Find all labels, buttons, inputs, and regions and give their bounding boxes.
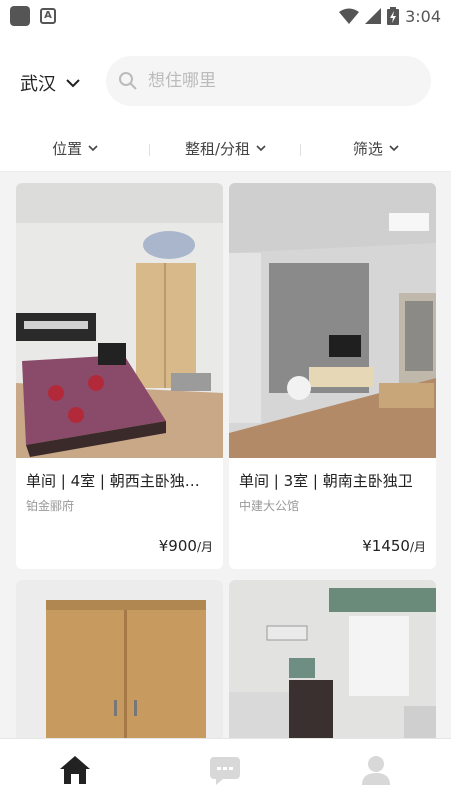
listing-card[interactable]: 单间 | 3室 | 朝南主卧独卫 中建大公馆 ¥1450/月 xyxy=(229,183,436,569)
header: 武汉 xyxy=(0,32,451,126)
filter-more[interactable]: 筛选 xyxy=(301,138,451,159)
listing-photo xyxy=(16,580,223,738)
filter-bar: 位置 整租/分租 筛选 xyxy=(0,126,451,172)
battery-icon xyxy=(387,7,400,25)
chevron-down-icon xyxy=(256,145,266,152)
status-bar: A 3:04 xyxy=(0,0,451,32)
home-icon xyxy=(60,755,91,784)
status-time: 3:04 xyxy=(405,6,441,26)
filter-more-label: 筛选 xyxy=(352,140,383,158)
listing-community: 中建大公馆 xyxy=(239,499,300,513)
filter-rent-type-label: 整租/分租 xyxy=(184,140,251,158)
listing-price-unit: /月 xyxy=(409,540,426,554)
listing-photo xyxy=(229,580,436,738)
search-input[interactable] xyxy=(148,71,408,91)
city-label: 武汉 xyxy=(20,74,56,95)
listing-card[interactable] xyxy=(229,580,436,738)
city-selector[interactable]: 武汉 xyxy=(20,70,80,96)
nav-profile[interactable] xyxy=(346,745,406,795)
listing-price-value: ¥900 xyxy=(158,537,197,555)
listing-price-unit: /月 xyxy=(196,540,213,554)
listing-price: ¥1450/月 xyxy=(362,537,426,555)
profile-icon xyxy=(361,755,390,785)
search-bar[interactable] xyxy=(106,56,431,106)
listing-grid: 单间 | 4室 | 朝西主卧独卫... 铂金郦府 ¥900/月 单间 | 3室 … xyxy=(0,172,451,738)
nav-home[interactable] xyxy=(45,745,105,795)
filter-rent-type[interactable]: 整租/分租 xyxy=(150,138,301,159)
bottom-nav xyxy=(0,738,451,800)
chevron-down-icon xyxy=(66,79,80,88)
listing-community: 铂金郦府 xyxy=(26,499,75,513)
signal-icon xyxy=(365,8,382,24)
app-notification-icon xyxy=(10,6,30,26)
listing-title: 单间 | 4室 | 朝西主卧独卫... xyxy=(26,472,215,490)
listing-title: 单间 | 3室 | 朝南主卧独卫 xyxy=(239,472,413,490)
search-icon xyxy=(119,72,137,90)
a-notification-icon: A xyxy=(40,8,56,24)
listing-card[interactable] xyxy=(16,580,223,738)
wifi-icon xyxy=(339,8,360,24)
chevron-down-icon xyxy=(389,145,399,152)
listing-price: ¥900/月 xyxy=(159,537,213,555)
listing-photo xyxy=(16,183,223,458)
filter-location-label: 位置 xyxy=(52,140,83,158)
filter-location[interactable]: 位置 xyxy=(0,138,151,159)
listing-photo xyxy=(229,183,436,458)
nav-messages[interactable] xyxy=(195,745,255,795)
chevron-down-icon xyxy=(88,145,98,152)
listing-price-value: ¥1450 xyxy=(362,537,410,555)
listing-card[interactable]: 单间 | 4室 | 朝西主卧独卫... 铂金郦府 ¥900/月 xyxy=(16,183,223,569)
message-icon xyxy=(210,756,241,785)
